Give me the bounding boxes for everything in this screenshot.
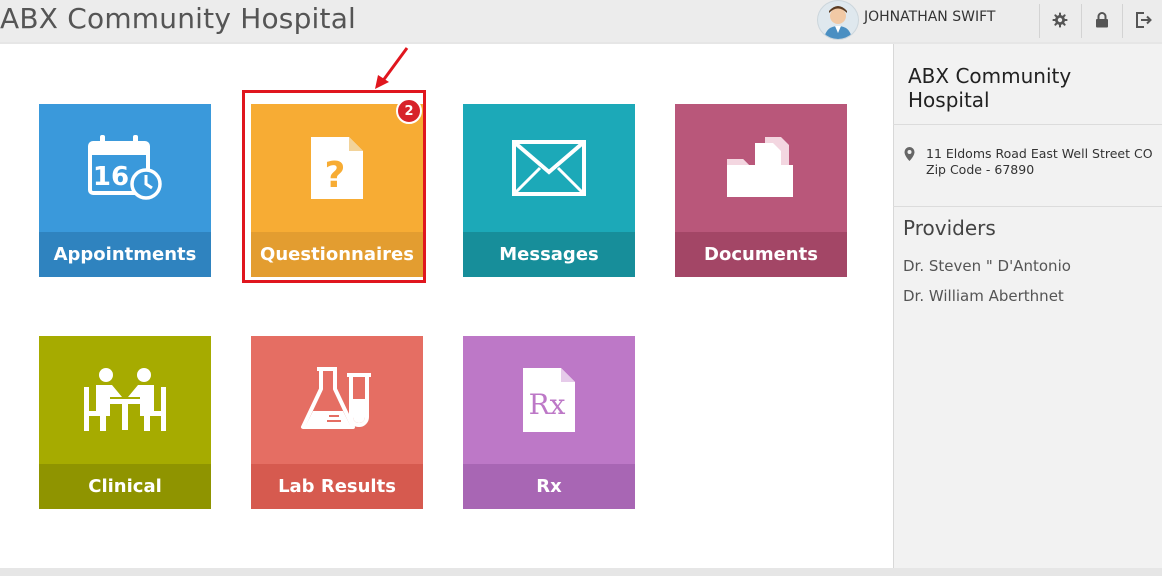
tile-label: Lab Results xyxy=(251,464,423,509)
gear-icon[interactable] xyxy=(1048,8,1072,32)
envelope-icon xyxy=(463,104,635,232)
zip-code: Zip Code - 67890 xyxy=(926,162,1035,177)
provider-item[interactable]: Dr. Steven " D'Antonio xyxy=(903,257,1071,275)
address-line: 11 Eldoms Road East Well Street CO xyxy=(926,146,1153,161)
calendar-day: 16 xyxy=(93,162,129,192)
app-title: ABX Community Hospital xyxy=(0,2,357,35)
header-divider xyxy=(1122,4,1123,38)
tile-label: Rx xyxy=(463,464,635,509)
hospital-address: 11 Eldoms Road East Well Street CO Zip C… xyxy=(926,146,1153,178)
tile-label: Appointments xyxy=(39,232,211,277)
tile-rx[interactable]: Rx Rx xyxy=(463,336,635,509)
tile-label: Documents xyxy=(675,232,847,277)
user-avatar[interactable] xyxy=(817,0,859,40)
tile-label: Messages xyxy=(463,232,635,277)
tile-messages[interactable]: Messages xyxy=(463,104,635,277)
sidebar xyxy=(893,44,1162,568)
calendar-clock-icon: 16 xyxy=(39,104,211,232)
header-divider xyxy=(1039,4,1040,38)
folder-documents-icon xyxy=(675,104,847,232)
prescription-icon: Rx xyxy=(463,336,635,464)
flask-icon xyxy=(251,336,423,464)
notification-badge: 2 xyxy=(396,98,422,124)
providers-heading: Providers xyxy=(903,216,996,240)
provider-item[interactable]: Dr. William Aberthnet xyxy=(903,287,1064,305)
map-pin-icon xyxy=(904,147,915,161)
tile-appointments[interactable]: 16 Appointments xyxy=(39,104,211,277)
divider xyxy=(893,124,1162,125)
tile-clinical[interactable]: Clinical xyxy=(39,336,211,509)
user-name[interactable]: JOHNATHAN SWIFT xyxy=(864,9,995,25)
header-divider xyxy=(1081,4,1082,38)
tile-label: Clinical xyxy=(39,464,211,509)
divider xyxy=(893,206,1162,207)
logout-icon[interactable] xyxy=(1132,8,1156,32)
top-bar: ABX Community Hospital JOHNATHAN SWIFT xyxy=(0,0,1162,42)
lock-icon[interactable] xyxy=(1090,8,1114,32)
annotation-arrow xyxy=(375,47,409,89)
hospital-name: ABX Community Hospital xyxy=(908,64,1072,112)
tile-lab-results[interactable]: Lab Results xyxy=(251,336,423,509)
tile-documents[interactable]: Documents xyxy=(675,104,847,277)
rx-glyph: Rx xyxy=(529,388,566,421)
consultation-icon xyxy=(39,336,211,464)
